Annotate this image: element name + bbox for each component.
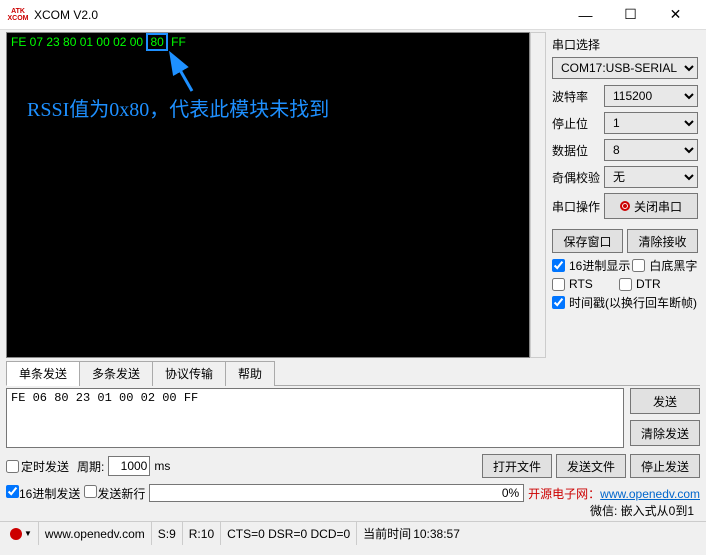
statusbar: ▼ www.openedv.com S:9 R:10 CTS=0 DSR=0 D… — [0, 521, 706, 545]
hex-display-checkbox[interactable] — [552, 259, 565, 272]
titlebar: ATK XCOM XCOM V2.0 — ☐ ✕ — [0, 0, 706, 30]
window-title: XCOM V2.0 — [34, 8, 563, 22]
app-logo: ATK XCOM — [8, 5, 28, 25]
databit-select[interactable]: 8 — [604, 139, 698, 161]
record-icon — [620, 201, 630, 211]
tab-multi-send[interactable]: 多条发送 — [79, 361, 153, 386]
databit-label: 数据位 — [552, 142, 604, 159]
promo-link[interactable]: www.openedv.com — [600, 487, 700, 501]
timed-send-checkbox[interactable] — [6, 460, 19, 473]
parity-select[interactable]: 无 — [604, 166, 698, 188]
minimize-button[interactable]: — — [563, 1, 608, 29]
status-signals: CTS=0 DSR=0 DCD=0 — [221, 522, 357, 545]
status-time: 当前时间 10:38:57 — [357, 522, 466, 545]
progress-bar: 0% — [149, 484, 524, 502]
close-port-button[interactable]: 关闭串口 — [604, 193, 698, 219]
port-select[interactable]: COM17:USB-SERIAL — [552, 57, 698, 79]
rts-checkbox[interactable] — [552, 278, 565, 291]
port-section-label: 串口选择 — [552, 36, 698, 53]
status-sent: S:9 — [152, 522, 183, 545]
tab-help[interactable]: 帮助 — [225, 361, 275, 386]
hex-send-checkbox[interactable] — [6, 485, 19, 498]
save-window-button[interactable]: 保存窗口 — [552, 229, 623, 253]
send-tabs: 单条发送 多条发送 协议传输 帮助 — [6, 360, 700, 386]
period-input[interactable] — [108, 456, 150, 476]
open-file-button[interactable]: 打开文件 — [482, 454, 552, 478]
send-newline-checkbox[interactable] — [84, 485, 97, 498]
highlighted-byte: 80 — [146, 33, 167, 51]
white-bg-checkbox[interactable] — [632, 259, 645, 272]
send-button[interactable]: 发送 — [630, 388, 700, 414]
terminal-output: FE 07 23 80 01 00 02 00 80 FF RSSI值为0x80… — [6, 32, 530, 358]
parity-label: 奇偶校验 — [552, 169, 604, 186]
status-dot-icon — [10, 528, 22, 540]
terminal-scrollbar[interactable] — [530, 32, 546, 358]
timestamp-checkbox[interactable] — [552, 296, 565, 309]
send-textarea[interactable] — [6, 388, 624, 448]
status-received: R:10 — [183, 522, 221, 545]
baud-select[interactable]: 115200 — [604, 85, 698, 107]
tab-single-send[interactable]: 单条发送 — [6, 361, 80, 386]
clear-receive-button[interactable]: 清除接收 — [627, 229, 698, 253]
status-url[interactable]: www.openedv.com — [39, 522, 152, 545]
serial-config-panel: 串口选择 COM17:USB-SERIAL 波特率115200 停止位1 数据位… — [548, 30, 706, 360]
stopbit-select[interactable]: 1 — [604, 112, 698, 134]
baud-label: 波特率 — [552, 88, 604, 105]
close-button[interactable]: ✕ — [653, 1, 698, 29]
annotation-text: RSSI值为0x80，代表此模块未找到 — [27, 93, 329, 122]
port-op-label: 串口操作 — [552, 198, 604, 215]
stopbit-label: 停止位 — [552, 115, 604, 132]
annotation-arrow-icon — [167, 51, 197, 96]
send-file-button[interactable]: 发送文件 — [556, 454, 626, 478]
promo-text: 开源电子网：www.openedv.com — [528, 485, 700, 502]
clear-send-button[interactable]: 清除发送 — [630, 420, 700, 446]
maximize-button[interactable]: ☐ — [608, 1, 653, 29]
stop-send-button[interactable]: 停止发送 — [630, 454, 700, 478]
tab-protocol[interactable]: 协议传输 — [152, 361, 226, 386]
dtr-checkbox[interactable] — [619, 278, 632, 291]
